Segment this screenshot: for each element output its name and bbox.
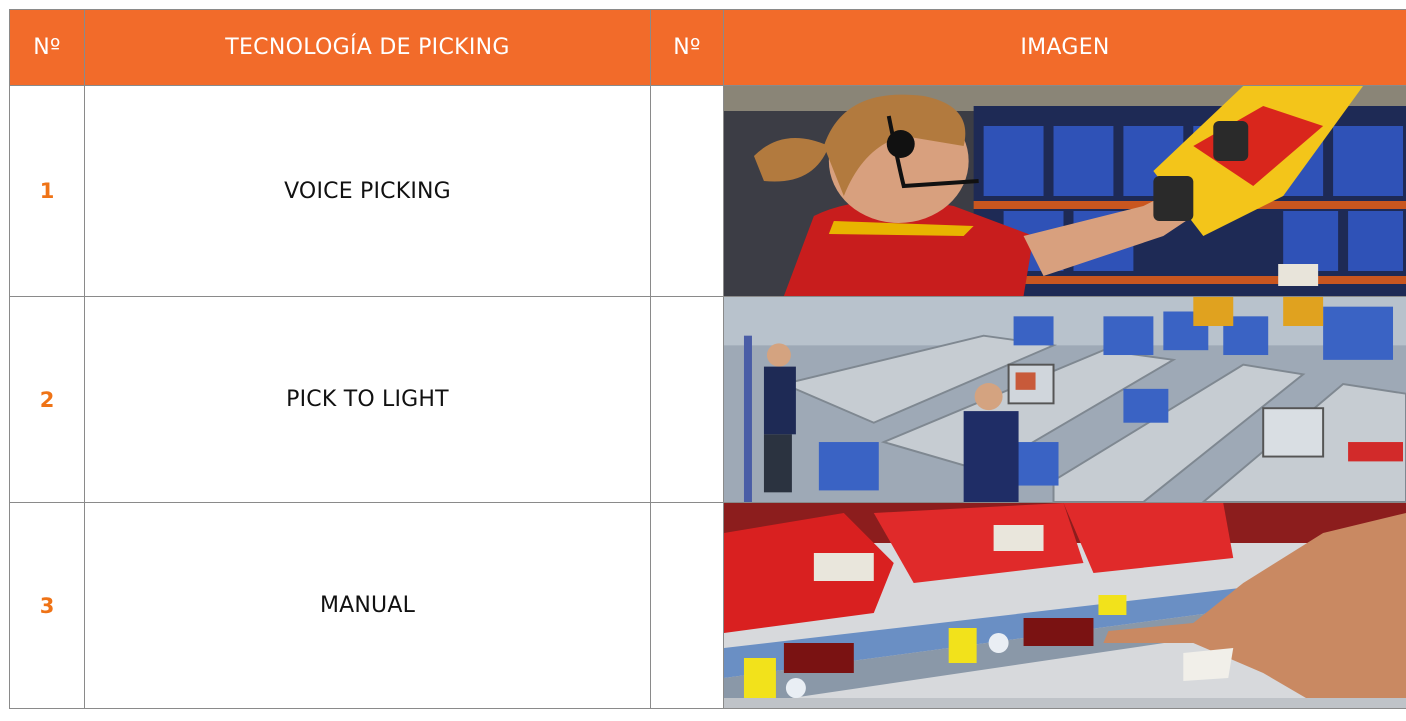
table-row: 1 VOICE PICKING (9, 85, 1406, 297)
row-number-2 (650, 85, 724, 297)
header-num: Nº (9, 9, 85, 86)
header-num-2: Nº (650, 9, 724, 86)
voice-picking-image (723, 85, 1406, 297)
table-row: 2 PICK TO LIGHT (9, 296, 1406, 503)
technology-name: VOICE PICKING (84, 85, 651, 297)
manual-picking-image (723, 502, 1406, 709)
row-number: 3 (9, 502, 85, 709)
pick-to-light-photo (724, 297, 1406, 502)
manual-picking-photo (724, 503, 1406, 708)
voice-picking-photo (724, 86, 1406, 296)
row-number: 2 (9, 296, 85, 503)
picking-technology-table: Nº TECNOLOGÍA DE PICKING Nº IMAGEN 1 VOI… (9, 9, 1406, 709)
technology-name: MANUAL (84, 502, 651, 709)
technology-name: PICK TO LIGHT (84, 296, 651, 503)
row-number-2 (650, 502, 724, 709)
row-number: 1 (9, 85, 85, 297)
header-technology: TECNOLOGÍA DE PICKING (84, 9, 651, 86)
pick-to-light-image (723, 296, 1406, 503)
row-number-2 (650, 296, 724, 503)
header-row: Nº TECNOLOGÍA DE PICKING Nº IMAGEN (9, 9, 1406, 86)
header-image: IMAGEN (723, 9, 1406, 86)
table-row: 3 MANUAL (9, 502, 1406, 709)
